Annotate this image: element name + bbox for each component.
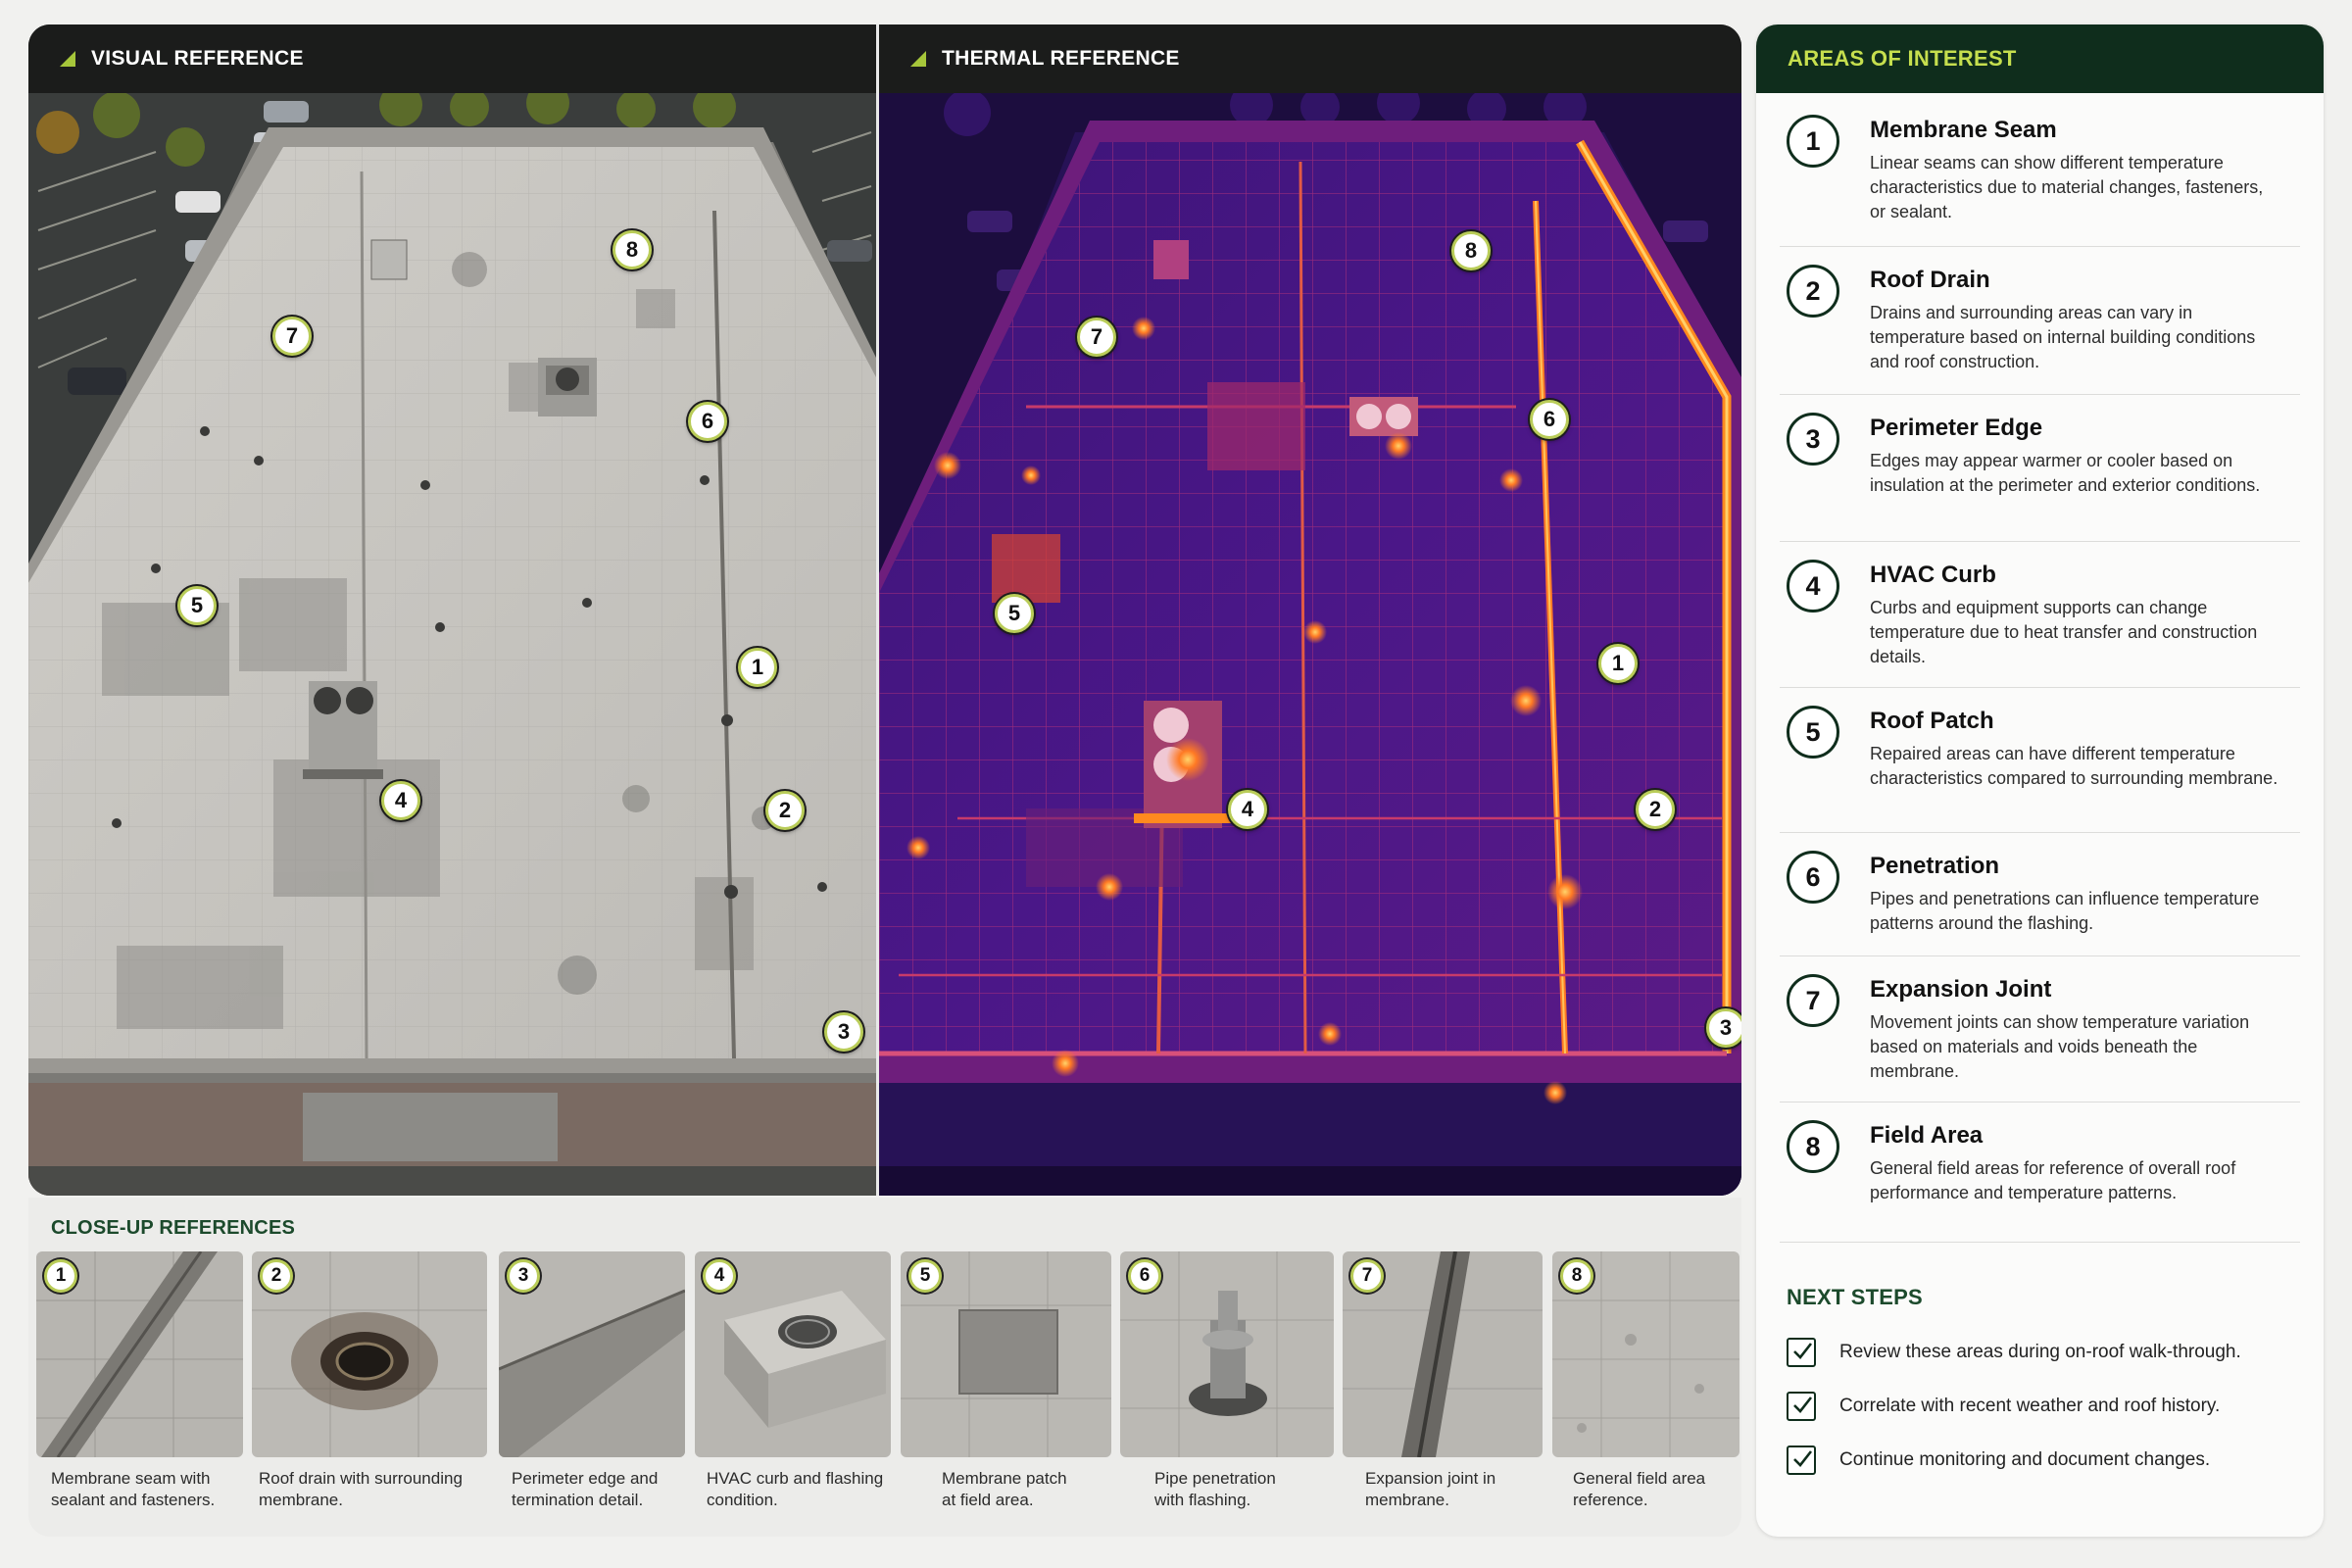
sidebar-header: AREAS OF INTEREST — [1756, 24, 2324, 93]
closeup-caption-1: Membrane seam with sealant and fasteners… — [51, 1469, 216, 1509]
closeup-badge-4: 4 — [703, 1259, 736, 1293]
closeup-badge-7: 7 — [1350, 1259, 1384, 1293]
leaf-icon — [60, 51, 75, 67]
visual-marker-8[interactable]: 8 — [612, 230, 652, 270]
closeup-caption-6: Pipe penetration with flashing. — [1154, 1469, 1276, 1509]
visual-marker-1[interactable]: 1 — [738, 648, 777, 687]
aoi-title: Field Area — [1870, 1122, 1984, 1149]
visual-panel-title: VISUAL REFERENCE — [91, 47, 304, 70]
aoi-title: Roof Patch — [1870, 708, 1994, 734]
closeup-badge-5: 5 — [908, 1259, 942, 1293]
next-step-label: Review these areas during on-roof walk-t… — [1839, 1342, 2241, 1362]
divider — [1780, 687, 2300, 688]
closeup-thumb-1[interactable]: 1 — [36, 1251, 243, 1457]
thermal-marker-7[interactable]: 7 — [1077, 318, 1116, 357]
checkbox-checked-icon[interactable] — [1787, 1392, 1816, 1421]
closeup-references-section: CLOSE-UP REFERENCES 1 Membrane seam with… — [28, 1198, 1741, 1537]
closeup-thumb-6[interactable]: 6 — [1120, 1251, 1334, 1457]
next-step-label: Continue monitoring and document changes… — [1839, 1449, 2211, 1470]
next-step-2[interactable]: Correlate with recent weather and roof h… — [1787, 1392, 2220, 1421]
closeup-thumb-2[interactable]: 2 — [252, 1251, 487, 1457]
divider — [1780, 246, 2300, 247]
aoi-description: Edges may appear warmer or cooler based … — [1870, 451, 2261, 495]
next-step-label: Correlate with recent weather and roof h… — [1839, 1396, 2221, 1416]
closeup-thumb-3[interactable]: 3 — [499, 1251, 685, 1457]
aoi-title: Roof Drain — [1870, 267, 1990, 293]
aoi-description: General field areas for reference of ove… — [1870, 1158, 2236, 1202]
divider — [1780, 1242, 2300, 1243]
aoi-number-badge: 1 — [1787, 115, 1839, 168]
closeup-caption-3: Perimeter edge and termination detail. — [512, 1469, 659, 1509]
visual-marker-7[interactable]: 7 — [272, 317, 312, 356]
aoi-title: Penetration — [1870, 853, 2000, 879]
aoi-description: Pipes and penetrations can influence tem… — [1870, 889, 2260, 933]
thermal-reference-panel: THERMAL REFERENCE 8 7 6 5 1 4 2 3 — [879, 24, 1741, 1196]
thermal-marker-6[interactable]: 6 — [1530, 400, 1569, 439]
sidebar-title: AREAS OF INTEREST — [1788, 46, 2017, 71]
reference-panels: VISUAL REFERENCE 8 7 6 5 1 4 2 3 THERMAL… — [28, 24, 1741, 1196]
visual-marker-5[interactable]: 5 — [177, 586, 217, 625]
visual-marker-6[interactable]: 6 — [688, 402, 727, 441]
closeup-badge-2: 2 — [260, 1259, 293, 1293]
leaf-icon — [910, 51, 926, 67]
closeup-caption-2: Roof drain with surrounding membrane. — [259, 1469, 463, 1509]
thermal-panel-header: THERMAL REFERENCE — [879, 24, 1741, 93]
closeup-caption-7: Expansion joint in membrane. — [1365, 1469, 1496, 1509]
aoi-title: Expansion Joint — [1870, 976, 2052, 1003]
checkbox-checked-icon[interactable] — [1787, 1446, 1816, 1475]
divider — [1780, 832, 2300, 833]
aoi-description: Curbs and equipment supports can change … — [1870, 598, 2258, 666]
thermal-marker-1[interactable]: 1 — [1598, 644, 1638, 683]
visual-marker-4[interactable]: 4 — [381, 781, 420, 820]
visual-marker-2[interactable]: 2 — [765, 791, 805, 830]
thermal-marker-3[interactable]: 3 — [1706, 1008, 1741, 1048]
aoi-number-badge: 5 — [1787, 706, 1839, 759]
aoi-description: Linear seams can show different temperat… — [1870, 153, 2264, 221]
aoi-number-badge: 6 — [1787, 851, 1839, 904]
closeup-thumb-7[interactable]: 7 — [1343, 1251, 1543, 1457]
aoi-description: Repaired areas can have different temper… — [1870, 744, 2278, 788]
divider — [1780, 394, 2300, 395]
panel-divider — [876, 24, 879, 1196]
aoi-description: Drains and surrounding areas can vary in… — [1870, 303, 2256, 371]
aoi-number-badge: 2 — [1787, 265, 1839, 318]
closeup-thumb-4[interactable]: 4 — [695, 1251, 891, 1457]
thermal-marker-5[interactable]: 5 — [995, 594, 1034, 633]
aoi-number-badge: 8 — [1787, 1120, 1839, 1173]
divider — [1780, 541, 2300, 542]
visual-rooftop-image — [28, 93, 876, 1196]
closeup-caption-5: Membrane patch at field area. — [942, 1469, 1067, 1509]
next-step-3[interactable]: Continue monitoring and document changes… — [1787, 1446, 2210, 1475]
aoi-number-badge: 3 — [1787, 413, 1839, 466]
visual-marker-3[interactable]: 3 — [824, 1012, 863, 1052]
closeup-caption-8: General field area reference. — [1573, 1469, 1706, 1509]
thermal-marker-2[interactable]: 2 — [1636, 790, 1675, 829]
aoi-number-badge: 7 — [1787, 974, 1839, 1027]
thermal-marker-4[interactable]: 4 — [1228, 790, 1267, 829]
aoi-title: HVAC Curb — [1870, 562, 1996, 588]
aoi-title: Membrane Seam — [1870, 117, 2057, 143]
next-step-1[interactable]: Review these areas during on-roof walk-t… — [1787, 1338, 2241, 1367]
checkbox-checked-icon[interactable] — [1787, 1338, 1816, 1367]
closeup-thumb-5[interactable]: 5 — [901, 1251, 1111, 1457]
aoi-number-badge: 4 — [1787, 560, 1839, 612]
closeup-badge-8: 8 — [1560, 1259, 1593, 1293]
next-steps-title: NEXT STEPS — [1787, 1285, 1923, 1309]
closeup-badge-3: 3 — [507, 1259, 540, 1293]
visual-panel-header: VISUAL REFERENCE — [28, 24, 876, 93]
closeups-title: CLOSE-UP REFERENCES — [51, 1217, 296, 1239]
thermal-marker-8[interactable]: 8 — [1451, 231, 1491, 270]
closeup-badge-1: 1 — [44, 1259, 77, 1293]
closeup-caption-4: HVAC curb and flashing condition. — [707, 1469, 884, 1509]
aoi-title: Perimeter Edge — [1870, 415, 2043, 441]
visual-reference-panel: VISUAL REFERENCE 8 7 6 5 1 4 2 3 — [28, 24, 876, 1196]
areas-of-interest-sidebar: AREAS OF INTEREST 1 Membrane Seam Linear… — [1756, 24, 2324, 1537]
closeup-thumb-8[interactable]: 8 — [1552, 1251, 1740, 1457]
thermal-panel-title: THERMAL REFERENCE — [942, 47, 1180, 70]
aoi-description: Movement joints can show temperature var… — [1870, 1012, 2250, 1081]
closeup-badge-6: 6 — [1128, 1259, 1161, 1293]
